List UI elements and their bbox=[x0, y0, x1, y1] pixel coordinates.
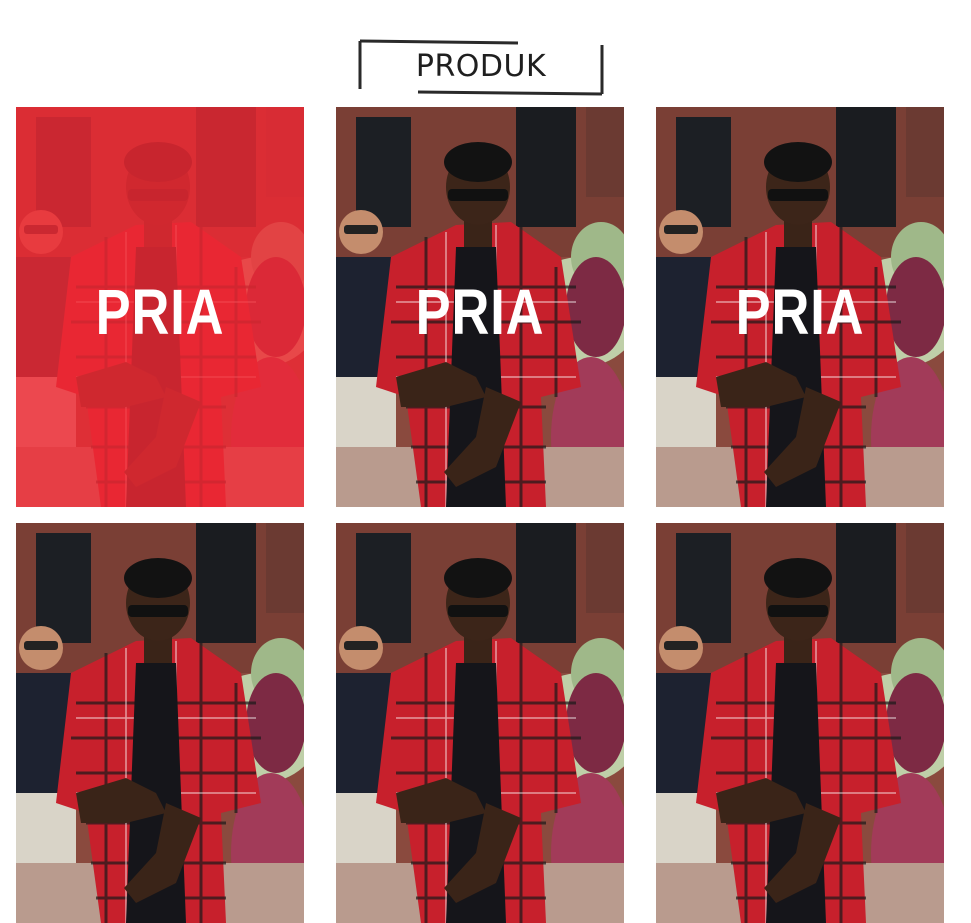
product-card-4[interactable] bbox=[16, 523, 304, 923]
product-label: PRIA bbox=[415, 276, 545, 348]
product-card-pria-1[interactable]: PRIA bbox=[16, 107, 304, 507]
product-card-pria-2[interactable]: PRIA bbox=[336, 107, 624, 507]
section-title: PRODUK bbox=[415, 49, 547, 84]
product-label: PRIA bbox=[735, 276, 865, 348]
product-label: PRIA bbox=[95, 276, 225, 348]
product-photo bbox=[16, 523, 304, 923]
product-card-6[interactable] bbox=[656, 523, 944, 923]
section-title-box: PRODUK bbox=[358, 39, 604, 96]
product-photo bbox=[656, 523, 944, 923]
product-card-5[interactable] bbox=[336, 523, 624, 923]
product-card-pria-3[interactable]: PRIA bbox=[656, 107, 944, 507]
product-photo bbox=[336, 523, 624, 923]
